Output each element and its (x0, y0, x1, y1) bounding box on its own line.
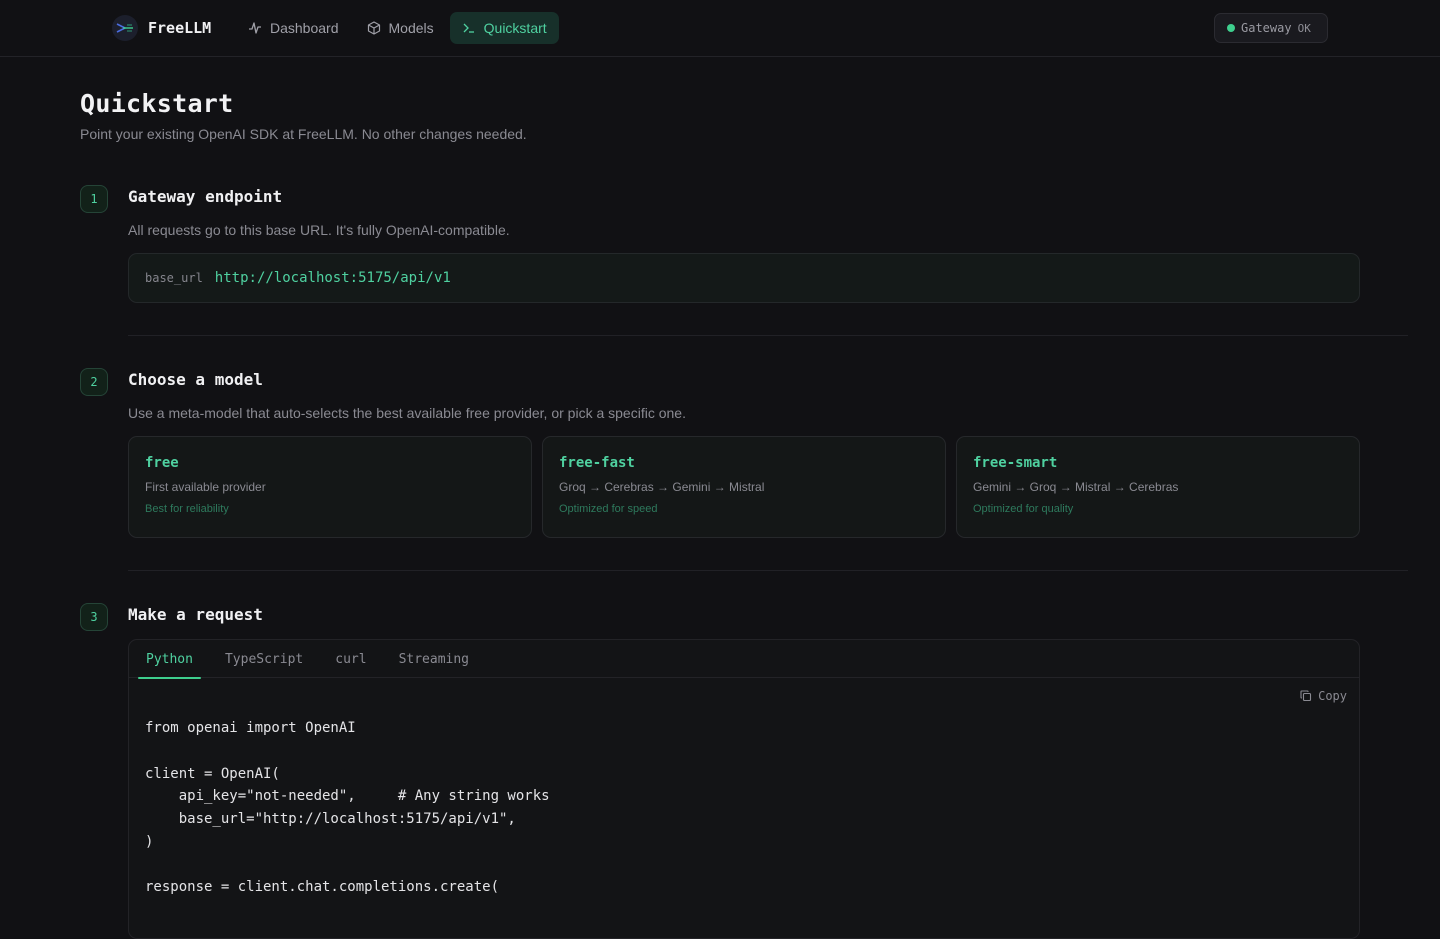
endpoint-url[interactable]: http://localhost:5175/api/v1 (215, 270, 451, 286)
step-description: All requests go to this base URL. It's f… (128, 222, 510, 238)
status-dot-icon (1227, 24, 1235, 32)
model-route: Gemini → Groq → Mistral → Cerebras (973, 480, 1179, 494)
code-block[interactable]: from openai import OpenAI client = OpenA… (145, 717, 550, 899)
brand-name: FreeLLM (148, 19, 212, 37)
step-description: Use a meta-model that auto-selects the b… (128, 405, 686, 421)
copy-label: Copy (1318, 689, 1347, 703)
model-card-free[interactable]: free First available provider Best for r… (128, 436, 532, 538)
cube-icon (367, 21, 380, 35)
model-note: Optimized for speed (559, 503, 658, 515)
step-title: Make a request (128, 605, 263, 624)
copy-icon (1300, 690, 1312, 702)
code-panel: Python TypeScript curl Streaming Copy fr… (128, 639, 1360, 939)
tab-python[interactable]: Python (138, 640, 201, 679)
step-title: Gateway endpoint (128, 187, 283, 206)
model-name: free-fast (559, 455, 635, 471)
step-number: 3 (80, 603, 108, 631)
nav-item-label: Dashboard (270, 20, 339, 36)
gateway-label: Gateway (1241, 21, 1292, 35)
nav-item-models[interactable]: Models (355, 12, 446, 44)
section-divider (128, 335, 1408, 336)
nav-item-label: Quickstart (483, 20, 547, 36)
gateway-status: OK (1297, 21, 1311, 35)
nav-item-dashboard[interactable]: Dashboard (236, 12, 351, 44)
model-note: Optimized for quality (973, 503, 1074, 515)
nav-item-quickstart[interactable]: Quickstart (449, 12, 559, 44)
model-card-free-smart[interactable]: free-smart Gemini → Groq → Mistral → Cer… (956, 436, 1360, 538)
brand-logo-icon (112, 15, 138, 41)
model-route: Groq → Cerebras → Gemini → Mistral (559, 480, 765, 494)
section-divider (128, 570, 1408, 571)
copy-button[interactable]: Copy (1300, 689, 1347, 703)
model-name: free (145, 455, 179, 471)
endpoint-box[interactable]: base_url http://localhost:5175/api/v1 (128, 253, 1360, 303)
page-subtitle: Point your existing OpenAI SDK at FreeLL… (80, 126, 527, 142)
nav-item-label: Models (388, 20, 434, 36)
brand[interactable]: FreeLLM (112, 15, 211, 41)
tab-typescript[interactable]: TypeScript (217, 640, 311, 678)
page-title: Quickstart (80, 89, 234, 118)
model-route: First available provider (145, 480, 266, 494)
model-note: Best for reliability (145, 503, 229, 515)
terminal-icon (463, 23, 474, 33)
model-name: free-smart (973, 455, 1058, 471)
step-number: 1 (80, 185, 108, 213)
main-nav: Dashboard Models Quickstart (236, 12, 559, 44)
endpoint-label: base_url (145, 271, 203, 285)
top-bar: FreeLLM Dashboard Models Quickstart Gate… (0, 0, 1440, 57)
step-title: Choose a model (128, 370, 263, 389)
tab-curl[interactable]: curl (327, 640, 374, 678)
gateway-status-badge[interactable]: Gateway OK (1214, 13, 1328, 43)
code-tabs: Python TypeScript curl Streaming (129, 640, 1359, 679)
activity-icon (249, 22, 261, 34)
model-card-free-fast[interactable]: free-fast Groq → Cerebras → Gemini → Mis… (542, 436, 946, 538)
tab-streaming[interactable]: Streaming (391, 640, 477, 678)
step-number: 2 (80, 368, 108, 396)
